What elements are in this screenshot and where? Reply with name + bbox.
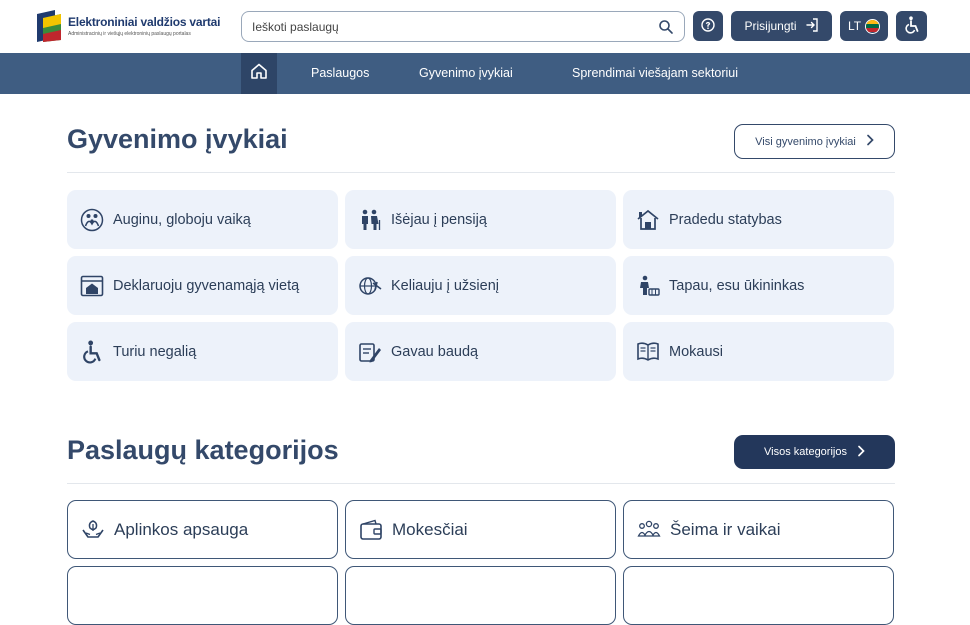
accessibility-button[interactable]	[896, 11, 927, 41]
family-group-icon	[636, 517, 662, 543]
life-event-card-study[interactable]: Mokausi	[623, 322, 894, 381]
elderly-couple-icon	[357, 207, 383, 233]
category-card-taxes[interactable]: Mokesčiai	[345, 500, 616, 559]
life-events-title: Gyvenimo įvykiai	[67, 124, 288, 154]
wheelchair-icon	[904, 15, 920, 37]
all-categories-label: Visos kategorijos	[764, 446, 847, 458]
category-card-family[interactable]: Šeima ir vaikai	[623, 500, 894, 559]
life-event-card-farmer[interactable]: Tapau, esu ūkininkas	[623, 256, 894, 315]
login-button-label: Prisijungti	[744, 19, 797, 33]
life-event-label: Išėjau į pensiją	[391, 211, 487, 228]
lithuania-flag-icon	[865, 18, 881, 34]
family-icon	[79, 207, 105, 233]
life-event-card-residence[interactable]: Deklaruoju gyvenamąją vietą	[67, 256, 338, 315]
login-arrow-icon	[805, 17, 819, 35]
nav-home-button[interactable]	[241, 53, 277, 94]
farmer-icon	[635, 273, 661, 299]
help-chat-button[interactable]	[693, 11, 723, 41]
life-event-card-pension[interactable]: Išėjau į pensiją	[345, 190, 616, 249]
nav-item-public-sector[interactable]: Sprendimai viešajam sektoriui	[572, 53, 738, 94]
main-navigation: Paslaugos Gyvenimo įvykiai Sprendimai vi…	[0, 53, 970, 94]
category-card[interactable]	[623, 566, 894, 625]
environment-hands-icon	[80, 517, 106, 543]
wallet-icon	[358, 517, 384, 543]
nav-item-life-events[interactable]: Gyvenimo įvykiai	[419, 53, 513, 94]
language-switcher[interactable]: LT	[840, 11, 888, 41]
life-event-card-child[interactable]: Auginu, globoju vaiką	[67, 190, 338, 249]
top-header: Elektroniniai valdžios vartai Administra…	[0, 0, 970, 53]
search-input[interactable]	[252, 19, 658, 34]
life-event-label: Tapau, esu ūkininkas	[669, 277, 805, 294]
search-box[interactable]	[241, 11, 685, 42]
address-declaration-icon	[79, 273, 105, 299]
home-icon	[250, 62, 268, 85]
life-event-label: Auginu, globoju vaiką	[113, 211, 251, 228]
category-label: Mokesčiai	[392, 519, 468, 539]
life-event-label: Mokausi	[669, 343, 723, 360]
search-icon[interactable]	[658, 19, 674, 35]
logo-subtitle: Administracinių ir viešųjų elektroninių …	[68, 31, 191, 37]
chat-bubble-icon	[700, 17, 716, 36]
all-categories-button[interactable]: Visos kategorijos	[734, 435, 895, 469]
section-divider	[67, 483, 895, 484]
life-event-label: Keliauju į užsienį	[391, 277, 500, 294]
life-event-card-construction[interactable]: Pradedu statybas	[623, 190, 894, 249]
chevron-right-icon	[866, 134, 874, 149]
fine-document-icon	[357, 339, 383, 365]
life-event-label: Gavau baudą	[391, 343, 479, 360]
life-event-label: Pradedu statybas	[669, 211, 782, 228]
section-divider	[67, 172, 895, 173]
life-event-label: Deklaruoju gyvenamąją vietą	[113, 277, 300, 294]
category-card[interactable]	[345, 566, 616, 625]
house-building-icon	[635, 207, 661, 233]
category-label: Aplinkos apsauga	[114, 519, 249, 539]
wheelchair-icon	[79, 339, 105, 365]
all-life-events-button[interactable]: Visi gyvenimo įvykiai	[734, 124, 895, 159]
book-icon	[635, 339, 661, 365]
globe-plane-icon	[357, 273, 383, 299]
site-logo[interactable]: Elektroniniai valdžios vartai Administra…	[35, 10, 220, 42]
chevron-right-icon	[857, 445, 865, 460]
categories-title: Paslaugų kategorijos	[67, 435, 339, 465]
logo-emblem-icon	[35, 10, 63, 42]
language-label: LT	[847, 19, 862, 33]
life-event-label: Turiu negalią	[113, 343, 197, 360]
category-card-environment[interactable]: Aplinkos apsauga	[67, 500, 338, 559]
category-card[interactable]	[67, 566, 338, 625]
life-event-card-travel[interactable]: Keliauju į užsienį	[345, 256, 616, 315]
life-event-card-disability[interactable]: Turiu negalią	[67, 322, 338, 381]
logo-title: Elektroniniai valdžios vartai	[68, 15, 221, 29]
all-life-events-label: Visi gyvenimo įvykiai	[755, 135, 856, 148]
category-label: Šeima ir vaikai	[670, 519, 781, 539]
login-button[interactable]: Prisijungti	[731, 11, 832, 41]
nav-item-services[interactable]: Paslaugos	[311, 53, 369, 94]
life-event-card-fine[interactable]: Gavau baudą	[345, 322, 616, 381]
